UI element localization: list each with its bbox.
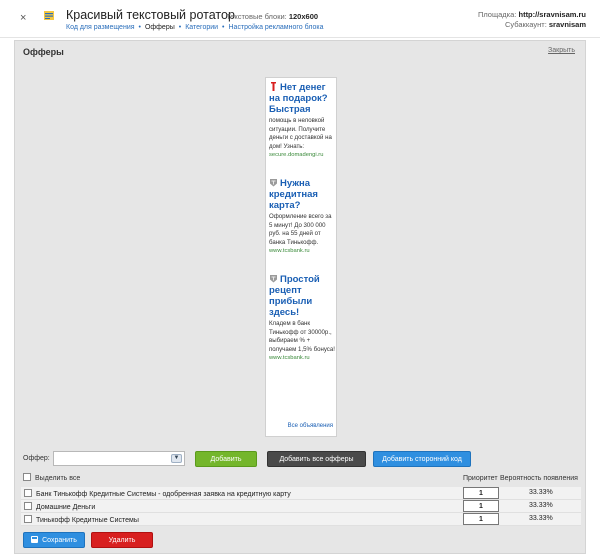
add-all-offers-button[interactable]: Добавить все офферы <box>267 451 366 467</box>
probability-value: 33.33% <box>529 489 553 496</box>
ad-body: Оформление всего за 5 минут! До 300 000 … <box>269 213 332 246</box>
ad-body: помощь в неловкой ситуации. Получите ден… <box>269 117 332 150</box>
ad-title[interactable]: Нет денег на подарок? Быстрая <box>269 82 335 115</box>
priority-input[interactable]: 1 <box>463 500 499 512</box>
blocks-info: Текстовые блоки: 120x600 <box>226 12 318 21</box>
offer-name: Банк Тинькофф Кредитные Системы - одобре… <box>24 489 291 498</box>
offer-name: Тинькофф Кредитные Системы <box>24 515 139 524</box>
save-button[interactable]: Сохранить <box>23 532 85 548</box>
close-icon[interactable]: × <box>20 12 26 24</box>
app-header: × Красивый текстовый ротатор Текстовые б… <box>0 0 600 38</box>
ad-item[interactable]: Нужна кредитная карта? Оформление всего … <box>269 178 335 255</box>
site-info: Площадка: http://sravnisam.ru Субаккаунт… <box>478 10 586 30</box>
app-icon <box>44 11 54 20</box>
all-ads-link[interactable]: Все объявления <box>288 423 333 429</box>
priority-input[interactable]: 1 <box>463 487 499 499</box>
ad-item[interactable]: Нет денег на подарок? Быстрая помощь в н… <box>269 82 335 159</box>
blocks-label: Текстовые блоки: <box>226 12 287 21</box>
row-checkbox[interactable] <box>24 515 32 523</box>
column-header-priority: Приоритет <box>463 475 498 482</box>
ad-preview: Нет денег на подарок? Быстрая помощь в н… <box>265 77 337 437</box>
subaccount-value: sravnisam <box>548 20 586 29</box>
panel-title: Офферы <box>23 47 64 57</box>
breadcrumb: Код для размещения • Офферы • Категории • Наст… <box>66 24 323 31</box>
breadcrumb-separator: • <box>222 24 225 31</box>
table-row: Тинькофф Кредитные Системы 1 33.33% <box>21 513 581 526</box>
breadcrumb-categories[interactable]: Категории <box>185 24 218 31</box>
site-value: http://sravnisam.ru <box>518 10 586 19</box>
row-checkbox[interactable] <box>24 502 32 510</box>
offer-name: Домашние Деньги <box>24 502 95 511</box>
table-row: Банк Тинькофф Кредитные Системы - одобре… <box>21 487 581 500</box>
offer-select[interactable]: ▼ <box>53 451 185 466</box>
ad-url[interactable]: secure.domadengi.ru <box>269 151 335 159</box>
domadengi-icon <box>270 82 277 91</box>
select-all[interactable]: Выделить все <box>23 473 80 482</box>
breadcrumb-embed-code[interactable]: Код для размещения <box>66 24 135 31</box>
breadcrumb-ad-settings[interactable]: Настройка рекламного блока <box>229 24 324 31</box>
ad-title[interactable]: Простой рецепт прибыли здесь! <box>269 274 335 318</box>
chevron-down-icon[interactable]: ▼ <box>171 454 182 463</box>
add-external-code-button[interactable]: Добавить сторонний код <box>373 451 471 467</box>
panel-close-link[interactable]: Закрыть <box>548 47 575 54</box>
delete-button[interactable]: Удалить <box>91 532 153 548</box>
offer-label: Оффер: <box>23 455 50 462</box>
subaccount-label: Субаккаунт: <box>505 20 547 29</box>
add-button[interactable]: Добавить <box>195 451 257 467</box>
breadcrumb-separator: • <box>178 24 182 31</box>
select-all-label: Выделить все <box>35 475 81 482</box>
select-all-checkbox[interactable] <box>23 473 31 481</box>
column-header-probability: Вероятность появления <box>500 475 578 482</box>
save-icon <box>31 536 39 543</box>
offers-panel: Офферы Закрыть Нет денег на подарок? Быс… <box>14 40 586 554</box>
site-label: Площадка: <box>477 10 517 19</box>
priority-input[interactable]: 1 <box>463 513 499 525</box>
ad-body: Кладем в банк Тинькофф от 30000р., выбир… <box>269 320 335 353</box>
tinkoff-icon <box>270 275 277 283</box>
tinkoff-icon <box>270 179 277 187</box>
ad-title[interactable]: Нужна кредитная карта? <box>269 178 335 211</box>
probability-value: 33.33% <box>529 515 553 522</box>
ad-url[interactable]: www.tcsbank.ru <box>269 354 335 362</box>
ad-url[interactable]: www.tcsbank.ru <box>269 247 335 255</box>
blocks-value: 120x600 <box>288 12 319 21</box>
breadcrumb-offers: Офферы <box>144 24 175 31</box>
breadcrumb-separator: • <box>138 24 141 31</box>
row-checkbox[interactable] <box>24 489 32 497</box>
table-row: Домашние Деньги 1 33.33% <box>21 500 581 513</box>
ad-item[interactable]: Простой рецепт прибыли здесь! Кладем в б… <box>269 274 335 362</box>
app-title: Красивый текстовый ротатор <box>66 8 235 22</box>
probability-value: 33.33% <box>529 502 553 509</box>
